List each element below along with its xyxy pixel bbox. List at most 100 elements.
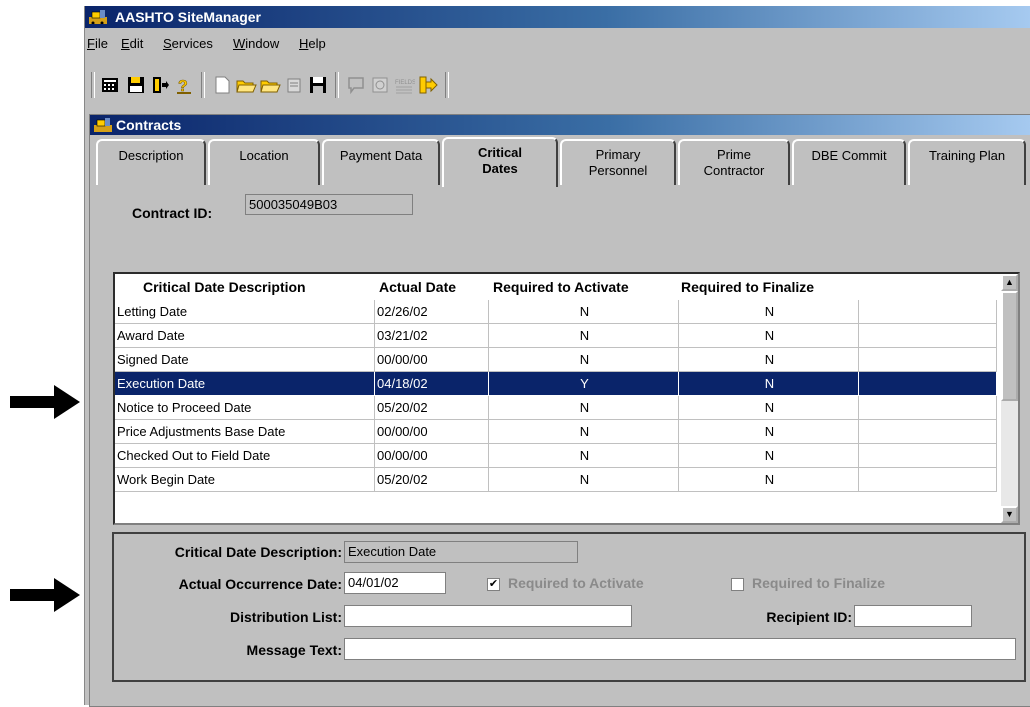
cell-actual-date: 05/20/02	[375, 468, 489, 492]
table-row[interactable]: Notice to Proceed Date 05/20/02 N N	[115, 396, 997, 420]
cell-actual-date: 04/18/02	[375, 372, 489, 396]
app-titlebar: AASHTO SiteManager	[85, 6, 1030, 28]
tab-payment-data[interactable]: Payment Data	[322, 139, 440, 185]
distribution-list-label: Distribution List:	[230, 609, 342, 625]
cell-required-finalize: N	[679, 372, 859, 396]
cell-required-activate: N	[489, 396, 679, 420]
cell-description: Letting Date	[115, 300, 375, 324]
cell-description: Work Begin Date	[115, 468, 375, 492]
menu-window[interactable]: Window	[233, 36, 279, 51]
column-header-actual-date[interactable]: Actual Date	[379, 276, 456, 298]
required-to-activate-label: Required to Activate	[508, 575, 644, 591]
cell-description: Checked Out to Field Date	[115, 444, 375, 468]
contracts-titlebar: Contracts	[90, 115, 1030, 135]
table-row[interactable]: Award Date 03/21/02 N N	[115, 324, 997, 348]
new-document-icon[interactable]	[211, 74, 233, 96]
refresh-icon[interactable]	[369, 74, 391, 96]
cell-empty	[859, 420, 997, 444]
calculator-icon[interactable]	[99, 74, 121, 96]
toolbar: ? FIELDS	[91, 68, 561, 102]
cell-actual-date: 00/00/00	[375, 348, 489, 372]
cell-required-activate: N	[489, 420, 679, 444]
cell-empty	[859, 468, 997, 492]
cell-required-finalize: N	[679, 444, 859, 468]
recipient-id-field[interactable]	[854, 605, 972, 627]
cell-required-finalize: N	[679, 396, 859, 420]
comment-icon[interactable]	[345, 74, 367, 96]
tab-location[interactable]: Location	[208, 139, 320, 185]
critical-date-description-field[interactable]: Execution Date	[344, 541, 578, 563]
required-to-finalize-label: Required to Finalize	[752, 575, 886, 591]
cell-description: Price Adjustments Base Date	[115, 420, 375, 444]
table-row[interactable]: Letting Date 02/26/02 N N	[115, 300, 997, 324]
toolbar-separator-2	[335, 72, 339, 98]
message-text-field[interactable]	[344, 638, 1016, 660]
tab-training-plan[interactable]: Training Plan	[908, 139, 1026, 185]
tab-dbe-commit[interactable]: DBE Commit	[792, 139, 906, 185]
menu-services[interactable]: Services	[163, 36, 213, 51]
grid-vertical-scrollbar[interactable]: ▲ ▼	[1001, 274, 1018, 523]
table-row[interactable]: Checked Out to Field Date 00/00/00 N N	[115, 444, 997, 468]
cell-required-activate: N	[489, 444, 679, 468]
tab-critical-dates[interactable]: Critical Dates	[442, 137, 558, 187]
cell-required-activate: Y	[489, 372, 679, 396]
scroll-down-button[interactable]: ▼	[1001, 506, 1018, 523]
tab-primary-personnel[interactable]: Primary Personnel	[560, 139, 676, 185]
exit-door-icon[interactable]	[149, 74, 171, 96]
column-header-required-finalize[interactable]: Required to Finalize	[681, 276, 814, 298]
cell-actual-date: 00/00/00	[375, 444, 489, 468]
open-folder-icon[interactable]	[235, 74, 257, 96]
table-row[interactable]: Price Adjustments Base Date 00/00/00 N N	[115, 420, 997, 444]
menu-help[interactable]: Help	[299, 36, 326, 51]
cell-actual-date: 03/21/02	[375, 324, 489, 348]
cell-empty	[859, 348, 997, 372]
critical-date-description-label: Critical Date Description:	[174, 544, 342, 560]
open-folder-2-icon[interactable]	[259, 74, 281, 96]
table-row-selected[interactable]: Execution Date 04/18/02 Y N	[115, 372, 997, 396]
cell-description: Award Date	[115, 324, 375, 348]
cell-required-activate: N	[489, 300, 679, 324]
cell-actual-date: 05/20/02	[375, 396, 489, 420]
menu-file[interactable]: File	[87, 36, 108, 51]
cell-required-activate: N	[489, 348, 679, 372]
tab-prime-contractor[interactable]: Prime Contractor	[678, 139, 790, 185]
svg-text:FIELDS: FIELDS	[395, 80, 415, 86]
sitemanager-app-icon	[89, 10, 107, 24]
cell-empty	[859, 324, 997, 348]
scroll-up-button[interactable]: ▲	[1001, 274, 1018, 291]
cell-required-finalize: N	[679, 348, 859, 372]
contract-id-field[interactable]: 500035049B03	[245, 194, 413, 215]
detail-panel: Critical Date Description: Execution Dat…	[112, 532, 1026, 682]
fields-icon[interactable]: FIELDS	[393, 74, 415, 96]
scroll-thumb[interactable]	[1001, 291, 1018, 401]
contracts-title: Contracts	[116, 117, 182, 133]
help-icon[interactable]: ?	[173, 74, 195, 96]
actual-occurrence-date-field[interactable]: 04/01/02	[344, 572, 446, 594]
toolbar-separator-3	[445, 72, 449, 98]
table-row[interactable]: Signed Date 00/00/00 N N	[115, 348, 997, 372]
column-header-required-activate[interactable]: Required to Activate	[493, 276, 629, 298]
app-title: AASHTO SiteManager	[115, 9, 261, 25]
contract-id-label: Contract ID:	[132, 205, 213, 221]
recipient-id-label: Recipient ID:	[766, 609, 852, 625]
cell-required-activate: N	[489, 468, 679, 492]
cell-description: Notice to Proceed Date	[115, 396, 375, 420]
tab-description[interactable]: Description	[96, 139, 206, 185]
cell-actual-date: 02/26/02	[375, 300, 489, 324]
arrow-pointer-date-icon	[10, 578, 80, 612]
cell-empty	[859, 372, 997, 396]
save-icon[interactable]	[307, 74, 329, 96]
edit-icon[interactable]	[283, 74, 305, 96]
column-header-description[interactable]: Critical Date Description	[143, 276, 306, 298]
toolbar-separator-1	[201, 72, 205, 98]
save-disk-icon[interactable]	[125, 74, 147, 96]
required-to-finalize-checkbox[interactable]	[731, 578, 744, 591]
cell-required-activate: N	[489, 324, 679, 348]
table-row[interactable]: Work Begin Date 05/20/02 N N	[115, 468, 997, 492]
arrow-icon[interactable]	[417, 74, 439, 96]
distribution-list-field[interactable]	[344, 605, 632, 627]
menu-edit[interactable]: Edit	[121, 36, 143, 51]
cell-required-finalize: N	[679, 300, 859, 324]
critical-dates-grid: Critical Date Description Actual Date Re…	[113, 272, 1020, 525]
required-to-activate-checkbox[interactable]: ✔	[487, 578, 500, 591]
